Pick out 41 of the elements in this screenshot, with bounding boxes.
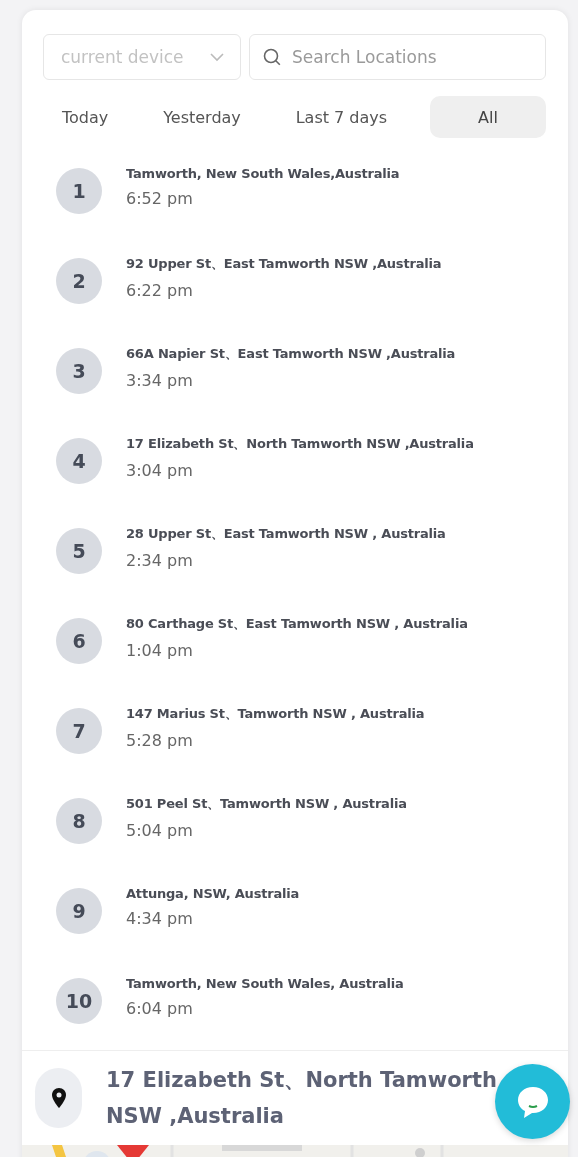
index-badge: 4 — [56, 438, 102, 484]
location-time: 3:34 pm — [126, 370, 194, 390]
location-address[interactable]: Tamworth, New South Wales,Australia — [126, 166, 400, 181]
location-address[interactable]: 80 Carthage St、East Tamworth NSW , Australia — [126, 614, 468, 633]
location-time: 6:52 pm — [126, 189, 194, 208]
location-address[interactable]: 147 Marius St、Tamworth NSW , Australia — [126, 704, 425, 723]
index-badge: 7 — [56, 708, 102, 754]
search-icon — [263, 48, 281, 66]
index-badge: 1 — [56, 168, 102, 214]
index-badge: 5 — [56, 528, 102, 574]
location-time: 2:34 pm — [126, 550, 194, 570]
location-time: 3:04 pm — [126, 460, 194, 480]
pin-button[interactable] — [35, 1068, 82, 1128]
filter-tab[interactable]: Today — [50, 96, 121, 138]
map-pin-icon — [51, 1088, 66, 1108]
index-badge: 10 — [56, 978, 102, 1024]
filter-tab[interactable]: All — [430, 96, 546, 138]
location-address[interactable]: Tamworth, New South Wales, Australia — [126, 976, 404, 991]
search-field[interactable]: Search Locations — [249, 34, 546, 80]
location-address[interactable]: 66A Napier St、East Tamworth NSW ,Australia — [126, 344, 456, 363]
location-time: 4:34 pm — [126, 909, 194, 928]
filter-tab[interactable]: Yesterday — [151, 96, 253, 138]
location-address[interactable]: 92 Upper St、East Tamworth NSW ,Australia — [126, 254, 442, 273]
location-time: 6:04 pm — [126, 999, 194, 1018]
location-address[interactable]: 17 Elizabeth St、North Tamworth NSW ,Australia — [126, 434, 474, 453]
location-address[interactable]: 501 Peel St、Tamworth NSW , Australia — [126, 794, 407, 813]
chevron-down-icon — [210, 52, 224, 62]
location-address[interactable]: 28 Upper St、East Tamworth NSW , Australia — [126, 524, 446, 543]
location-address[interactable]: Attunga, NSW, Australia — [126, 886, 300, 901]
filter-tab[interactable]: Last 7 days — [283, 96, 400, 138]
location-time: 5:04 pm — [126, 820, 194, 840]
index-badge: 9 — [56, 888, 102, 934]
location-time: 1:04 pm — [126, 640, 194, 660]
index-badge: 6 — [56, 618, 102, 664]
location-time: 6:22 pm — [126, 280, 194, 300]
location-time: 5:28 pm — [126, 730, 194, 750]
index-badge: 8 — [56, 798, 102, 844]
select-placeholder: current device — [61, 47, 184, 67]
index-badge: 3 — [56, 348, 102, 394]
index-badge: 2 — [56, 258, 102, 304]
selected-address: 17 Elizabeth St、North Tamworth NSW ,Australia — [106, 1067, 498, 1130]
